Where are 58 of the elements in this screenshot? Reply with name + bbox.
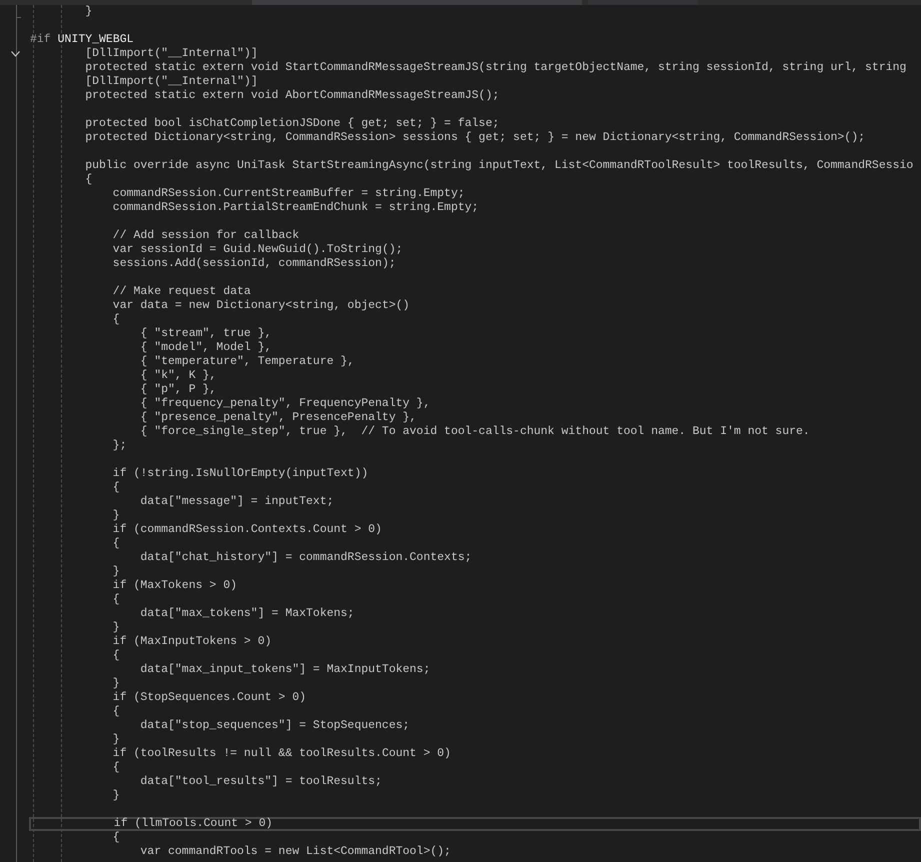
code-line: data["message"] = inputText; — [140, 495, 334, 509]
code-line: }; — [112, 439, 127, 453]
code-line: { — [112, 593, 120, 607]
code-line: { — [112, 761, 120, 775]
code-line: if (MaxInputTokens > 0) — [112, 635, 272, 649]
code-line: [DllImport("__Internal")] — [85, 47, 258, 61]
code-line: { "frequency_penalty", FrequencyPenalty }, — [140, 397, 430, 411]
code-line: } — [112, 733, 120, 747]
code-line: protected bool isChatCompletionJSDone { get; set; } = false; — [85, 117, 500, 131]
code-line: data["chat_history"] = commandRSession.Contexts; — [140, 551, 472, 565]
code-line: if (!string.IsNullOrEmpty(inputText)) — [112, 467, 368, 481]
editor-tab[interactable] — [252, 0, 582, 5]
code-line: // Add session for callback — [112, 229, 300, 243]
code-line: { — [112, 831, 120, 845]
code-line: data["max_input_tokens"] = MaxInputTokens; — [140, 663, 430, 677]
code-line: { — [112, 481, 120, 495]
code-line: { "temperature", Temperature }, — [140, 355, 354, 369]
code-line: data["max_tokens"] = MaxTokens; — [140, 607, 354, 621]
code-line: if (toolResults != null && toolResults.Count > 0) — [112, 747, 451, 761]
code-line: } — [112, 621, 120, 635]
code-line: commandRSession.PartialStreamEndChunk = string.Empty; — [112, 201, 479, 215]
code-line: protected Dictionary<string, CommandRSession> sessions { get; set; } = new Dictionary<string, CommandRSession>(); — [85, 131, 866, 145]
code-line: } — [85, 5, 92, 19]
preprocessor-directive: #if — [30, 33, 51, 47]
code-line: { "k", K }, — [140, 369, 216, 383]
code-line: if (MaxTokens > 0) — [112, 579, 238, 593]
collapse-chevron-icon[interactable] — [11, 51, 20, 57]
code-line: } — [112, 509, 120, 523]
code-line: var data = new Dictionary<string, object>() — [112, 299, 410, 313]
code-line: { — [112, 537, 120, 551]
code-line: var commandRTools = new List<CommandRTool>(); — [140, 845, 451, 859]
code-line: { "model", Model }, — [140, 341, 272, 355]
code-line: [DllImport("__Internal")] — [85, 75, 258, 89]
code-line: data["tool_results"] = toolResults; — [140, 775, 382, 789]
code-line: commandRSession.CurrentStreamBuffer = string.Empty; — [112, 187, 465, 201]
code-line: var sessionId = Guid.NewGuid().ToString(); — [112, 243, 403, 257]
code-line: protected static extern void AbortCommandRMessageStreamJS(); — [85, 89, 500, 103]
editor-tab[interactable] — [588, 0, 698, 5]
code-line: sessions.Add(sessionId, commandRSession); — [112, 257, 396, 271]
code-line: } — [112, 677, 120, 691]
code-line: if (commandRSession.Contexts.Count > 0) — [112, 523, 382, 537]
code-line: { "presence_penalty", PresencePenalty }, — [140, 411, 416, 425]
code-line: { — [112, 649, 120, 663]
code-line: if (StopSequences.Count > 0) — [112, 691, 306, 705]
code-line: } — [112, 565, 120, 579]
preprocessor-symbol: UNITY_WEBGL — [58, 33, 134, 47]
code-line: { — [112, 705, 120, 719]
code-line: { "stream", true }, — [140, 327, 272, 341]
code-line: } — [112, 789, 120, 803]
code-line: if (llmTools.Count > 0) — [114, 817, 273, 831]
code-line: public override async UniTask StartStreamingAsync(string inputText, List<CommandRToolResult> toolResults, CommandRSessio — [85, 159, 914, 173]
code-line: { "force_single_step", true }, // To avoid tool-calls-chunk without tool name. But I'm not sure. — [140, 425, 810, 439]
code-line: protected static extern void StartCommandRMessageStreamJS(string targetObjectName, string sessionId, string url, string — [85, 61, 906, 75]
code-line: // Make request data — [112, 285, 251, 299]
code-line: { — [112, 313, 120, 327]
code-line: { "p", P }, — [140, 383, 216, 397]
code-line: data["stop_sequences"] = StopSequences; — [140, 719, 410, 733]
code-line: { — [85, 173, 92, 187]
